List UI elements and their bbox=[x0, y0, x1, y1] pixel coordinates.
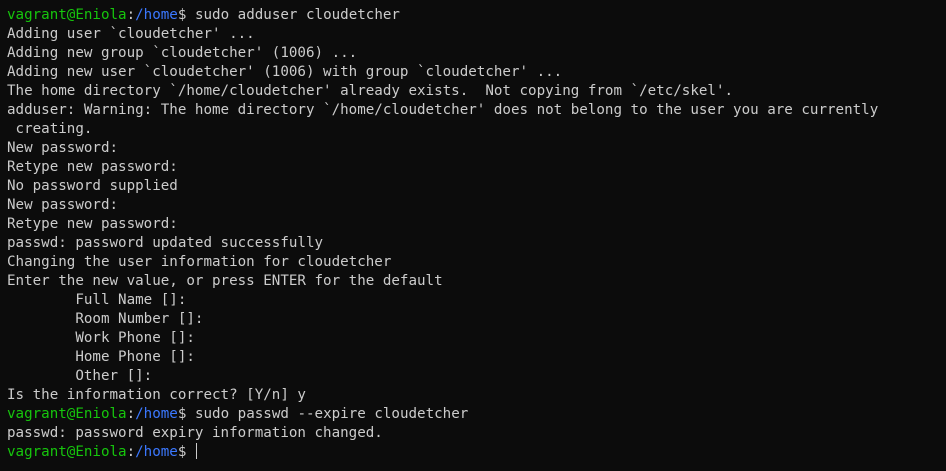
text-cursor[interactable] bbox=[195, 443, 197, 459]
prompt-symbol: $ bbox=[177, 7, 195, 23]
output-line: The home directory `/home/cloudetcher' a… bbox=[7, 83, 734, 99]
prompt-symbol: $ bbox=[177, 406, 195, 422]
terminal-window[interactable]: vagrant@Eniola:/home$ sudo adduser cloud… bbox=[0, 0, 946, 471]
prompt-separator: : bbox=[126, 406, 136, 422]
command-text: sudo adduser cloudetcher bbox=[194, 7, 400, 23]
prompt-line: vagrant@Eniola:/home$ bbox=[7, 443, 946, 462]
output-line: No password supplied bbox=[7, 178, 178, 194]
output-line: Adding new group `cloudetcher' (1006) ..… bbox=[7, 45, 358, 61]
output-line: Enter the new value, or press ENTER for … bbox=[7, 273, 443, 289]
output-line: Full Name []: bbox=[7, 292, 187, 308]
output-line: Retype new password: bbox=[7, 159, 178, 175]
output-line: Room Number []: bbox=[7, 311, 204, 327]
prompt-user-host: vagrant@Eniola bbox=[7, 7, 127, 23]
output-line: creating. bbox=[7, 121, 93, 137]
prompt-path: /home bbox=[135, 444, 178, 460]
output-line: adduser: Warning: The home directory `/h… bbox=[7, 102, 879, 118]
output-line: passwd: password updated successfully bbox=[7, 235, 324, 251]
output-line: Work Phone []: bbox=[7, 330, 195, 346]
prompt-line: vagrant@Eniola:/home$ sudo adduser cloud… bbox=[7, 6, 946, 25]
output-line: Changing the user information for cloude… bbox=[7, 254, 392, 270]
prompt-user-host: vagrant@Eniola bbox=[7, 444, 127, 460]
prompt-separator: : bbox=[126, 444, 136, 460]
prompt-symbol: $ bbox=[177, 444, 195, 460]
prompt-path: /home bbox=[135, 7, 178, 23]
output-line: New password: bbox=[7, 140, 119, 156]
prompt-path: /home bbox=[135, 406, 178, 422]
output-line: Retype new password: bbox=[7, 216, 178, 232]
prompt-line: vagrant@Eniola:/home$ sudo passwd --expi… bbox=[7, 405, 946, 424]
prompt-user-host: vagrant@Eniola bbox=[7, 406, 127, 422]
prompt-separator: : bbox=[126, 7, 136, 23]
output-line: Home Phone []: bbox=[7, 349, 195, 365]
output-line: passwd: password expiry information chan… bbox=[7, 425, 383, 441]
output-line: Is the information correct? [Y/n] y bbox=[7, 387, 306, 403]
output-line: Adding user `cloudetcher' ... bbox=[7, 26, 255, 42]
output-line: Adding new user `cloudetcher' (1006) wit… bbox=[7, 64, 563, 80]
command-text: sudo passwd --expire cloudetcher bbox=[194, 406, 469, 422]
output-line: New password: bbox=[7, 197, 119, 213]
output-line: Other []: bbox=[7, 368, 153, 384]
